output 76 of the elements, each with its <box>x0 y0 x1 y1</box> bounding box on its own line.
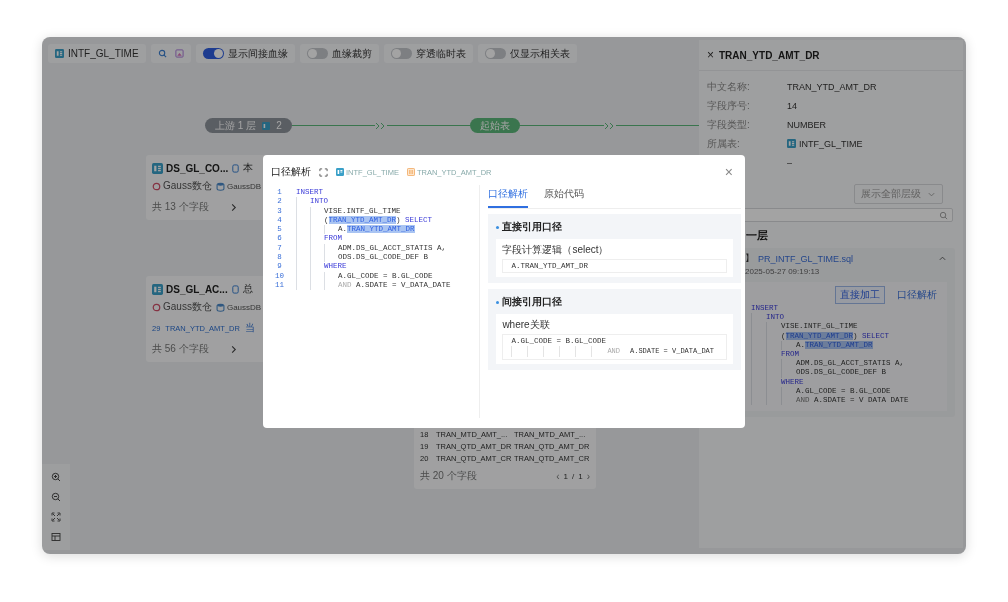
table-icon <box>787 139 796 148</box>
section-heading: 间接引用口径 <box>502 295 563 309</box>
database-icon <box>215 302 225 312</box>
field-label: 字段计算逻辑（select） <box>502 243 610 257</box>
toggle-chip[interactable]: 仅显示相关表 <box>477 44 577 63</box>
table-icon <box>262 121 271 130</box>
minimap-icon[interactable] <box>51 532 61 542</box>
script-time: 2025-05-27 09:19:13 <box>745 267 821 276</box>
next-page[interactable]: › <box>586 471 590 481</box>
field-count: 共 13 个字段 <box>152 200 209 214</box>
table-icon <box>336 168 344 176</box>
table-chip[interactable]: INTF_GL_TIME <box>48 44 146 63</box>
toggle-chip[interactable]: 血缘裁剪 <box>299 44 379 63</box>
source-tag: GaussDB <box>226 302 262 312</box>
circle-icon <box>152 181 161 191</box>
field-label: 字段类型: <box>707 117 751 132</box>
node-description: 本 <box>243 161 254 175</box>
source-tag: GaussDB <box>226 181 262 191</box>
field-label: 中文名称: <box>707 79 751 94</box>
page-separator: / <box>571 471 575 481</box>
close-button[interactable]: × <box>707 49 714 61</box>
field-count: 共 20 个字段 <box>420 469 477 483</box>
field-value: – <box>787 157 792 168</box>
field-value: INTF_GL_TIME <box>799 138 863 149</box>
toggle-chip[interactable]: 显示间接血缘 <box>195 44 295 63</box>
zoom-out-icon[interactable] <box>51 492 61 502</box>
fit-screen-icon[interactable] <box>51 512 61 522</box>
zoom-in-icon[interactable] <box>51 472 61 482</box>
chevron-up-icon[interactable] <box>938 254 947 263</box>
source-tag: Gauss数仓 <box>163 300 212 314</box>
search-icon <box>939 210 948 220</box>
field-icon <box>406 168 415 176</box>
copy-icon[interactable] <box>231 163 241 173</box>
tab[interactable]: 口径解析 <box>488 185 529 208</box>
field-cell: 当 <box>244 321 255 335</box>
toggle-switch[interactable] <box>390 48 412 59</box>
tab[interactable]: 原始代码 <box>544 185 585 208</box>
dialog-title: 口径解析 <box>271 165 311 179</box>
close-button[interactable]: × <box>724 165 733 179</box>
table-icon <box>152 162 163 174</box>
copy-icon[interactable] <box>230 284 240 294</box>
section-heading: 直接引用口径 <box>502 220 563 234</box>
double-chevron-icon <box>603 121 616 130</box>
toggle-switch[interactable] <box>484 48 506 59</box>
field-label: 所属表: <box>707 136 741 151</box>
circle-icon <box>152 302 161 312</box>
layer-heading: 一层 <box>745 228 769 243</box>
node-title: DS_GL_AC... <box>166 283 228 295</box>
current-page: 1 <box>563 471 568 481</box>
table-icon <box>152 283 163 295</box>
action-button[interactable]: 直接加工 <box>835 286 885 304</box>
bracket-text: 】 <box>745 252 754 265</box>
image-icon[interactable] <box>174 49 184 58</box>
panel-title: TRAN_YTD_AMT_DR <box>719 49 820 61</box>
previous-page[interactable]: ‹ <box>556 471 560 481</box>
field-value: 14 <box>787 100 797 111</box>
toggle-chip[interactable]: 穿透临时表 <box>383 44 473 63</box>
node-title: DS_GL_CO... <box>166 162 229 174</box>
field-value: TRAN_YTD_AMT_DR <box>787 81 877 92</box>
expand-icon[interactable] <box>319 167 328 177</box>
source-tag: Gauss数仓 <box>163 179 212 193</box>
action-button[interactable]: 口径解析 <box>893 287 941 303</box>
node-description: 总 <box>242 282 253 296</box>
field-label: where关联 <box>502 318 551 332</box>
database-icon <box>215 181 225 191</box>
field-label: 字段序号: <box>707 98 751 113</box>
field-value: NUMBER <box>787 119 826 130</box>
table-icon <box>55 49 64 58</box>
table-count: 2 <box>276 120 282 131</box>
toggle-switch[interactable] <box>202 48 224 59</box>
toggle-switch[interactable] <box>306 48 328 59</box>
field-count: 共 56 个字段 <box>152 342 209 356</box>
script-link[interactable]: PR_INTF_GL_TIME.sql <box>758 253 934 264</box>
search-icon[interactable] <box>157 49 167 58</box>
double-chevron-icon <box>375 121 387 130</box>
total-pages: 1 <box>578 471 583 481</box>
